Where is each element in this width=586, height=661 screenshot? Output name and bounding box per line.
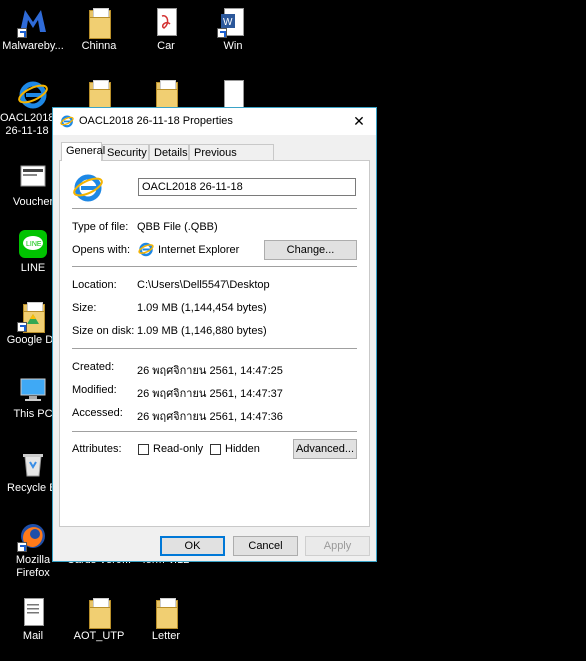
size-label: Size:: [72, 302, 97, 314]
hidden-label[interactable]: Hidden: [225, 443, 260, 455]
pdf-file-icon: [150, 6, 182, 38]
hidden-checkbox[interactable]: [210, 444, 221, 455]
desktop-icon-car[interactable]: Car: [133, 6, 199, 53]
advanced-button[interactable]: Advanced...: [293, 439, 357, 459]
recycle-bin-icon: [17, 448, 49, 480]
google-drive-folder-icon: [17, 300, 49, 333]
malwarebytes-icon: [17, 6, 49, 38]
dialog-titlebar[interactable]: OACL2018 26-11-18 Properties ✕: [53, 108, 376, 135]
voucher-app-icon: [17, 162, 49, 194]
accessed-value: 26 พฤศจิกายน 2561, 14:47:36: [137, 411, 283, 423]
change-button[interactable]: Change...: [264, 240, 357, 260]
separator: [72, 348, 357, 349]
tab-details[interactable]: Details: [149, 144, 189, 160]
size-value: 1.09 MB (1,144,454 bytes): [137, 302, 267, 314]
general-tab-panel: OACL2018 26-11-18 Type of file: QBB File…: [59, 160, 370, 527]
attributes-label: Attributes:: [72, 443, 122, 455]
type-of-file-label: Type of file:: [72, 221, 129, 233]
cancel-button[interactable]: Cancel: [233, 536, 298, 556]
apply-button[interactable]: Apply: [305, 536, 370, 556]
internet-explorer-icon: [17, 78, 49, 110]
location-value: C:\Users\Dell5547\Desktop: [137, 279, 270, 291]
desktop-icon-aot-utp[interactable]: AOT_UTP: [66, 596, 132, 643]
separator: [72, 431, 357, 432]
folder-icon: [83, 596, 115, 629]
firefox-icon: [17, 520, 49, 552]
folder-icon: [150, 596, 182, 629]
internet-explorer-icon: [138, 241, 154, 257]
text-document-icon: [17, 596, 49, 628]
tab-previous-versions[interactable]: Previous Versions: [189, 144, 274, 175]
internet-explorer-icon: [60, 114, 74, 128]
properties-dialog: OACL2018 26-11-18 Properties ✕ General S…: [52, 107, 377, 562]
close-icon[interactable]: ✕: [344, 109, 374, 133]
created-label: Created:: [72, 361, 115, 373]
desktop-icon-mail[interactable]: Mail: [0, 596, 66, 643]
desktop-icon-chinna[interactable]: Chinna: [66, 6, 132, 53]
tab-general[interactable]: General: [61, 142, 105, 161]
line-app-icon: LINE: [17, 228, 49, 260]
accessed-label: Accessed:: [72, 407, 123, 419]
read-only-checkbox[interactable]: [138, 444, 149, 455]
word-document-icon: W: [217, 6, 249, 38]
separator: [72, 266, 357, 267]
folder-icon: [83, 78, 115, 111]
tab-security[interactable]: Security: [102, 144, 149, 160]
folder-icon: [83, 6, 115, 39]
opens-with-value: Internet Explorer: [158, 244, 240, 256]
desktop-icon-malwarebytes[interactable]: Malwareby...: [0, 6, 66, 53]
folder-icon: [150, 78, 182, 111]
read-only-label[interactable]: Read-only: [153, 443, 203, 455]
svg-text:W: W: [223, 17, 233, 28]
modified-label: Modified:: [72, 384, 117, 396]
type-of-file-value: QBB File (.QBB): [137, 221, 218, 233]
opens-with-label: Opens with:: [72, 244, 131, 256]
separator: [72, 208, 357, 209]
desktop-icon-letter[interactable]: Letter: [133, 596, 199, 643]
desktop-icon-win[interactable]: W Win: [200, 6, 266, 53]
svg-text:LINE: LINE: [26, 241, 42, 248]
dialog-title: OACL2018 26-11-18 Properties: [79, 115, 233, 127]
file-name-input[interactable]: OACL2018 26-11-18: [138, 178, 356, 196]
size-on-disk-label: Size on disk:: [72, 325, 135, 337]
computer-icon: [17, 374, 49, 406]
ok-button[interactable]: OK: [160, 536, 225, 556]
modified-value: 26 พฤศจิกายน 2561, 14:47:37: [137, 388, 283, 400]
size-on-disk-value: 1.09 MB (1,146,880 bytes): [137, 325, 267, 337]
created-value: 26 พฤศจิกายน 2561, 14:47:25: [137, 365, 283, 377]
file-type-large-icon: [72, 171, 104, 203]
file-icon: [217, 78, 249, 110]
location-label: Location:: [72, 279, 117, 291]
